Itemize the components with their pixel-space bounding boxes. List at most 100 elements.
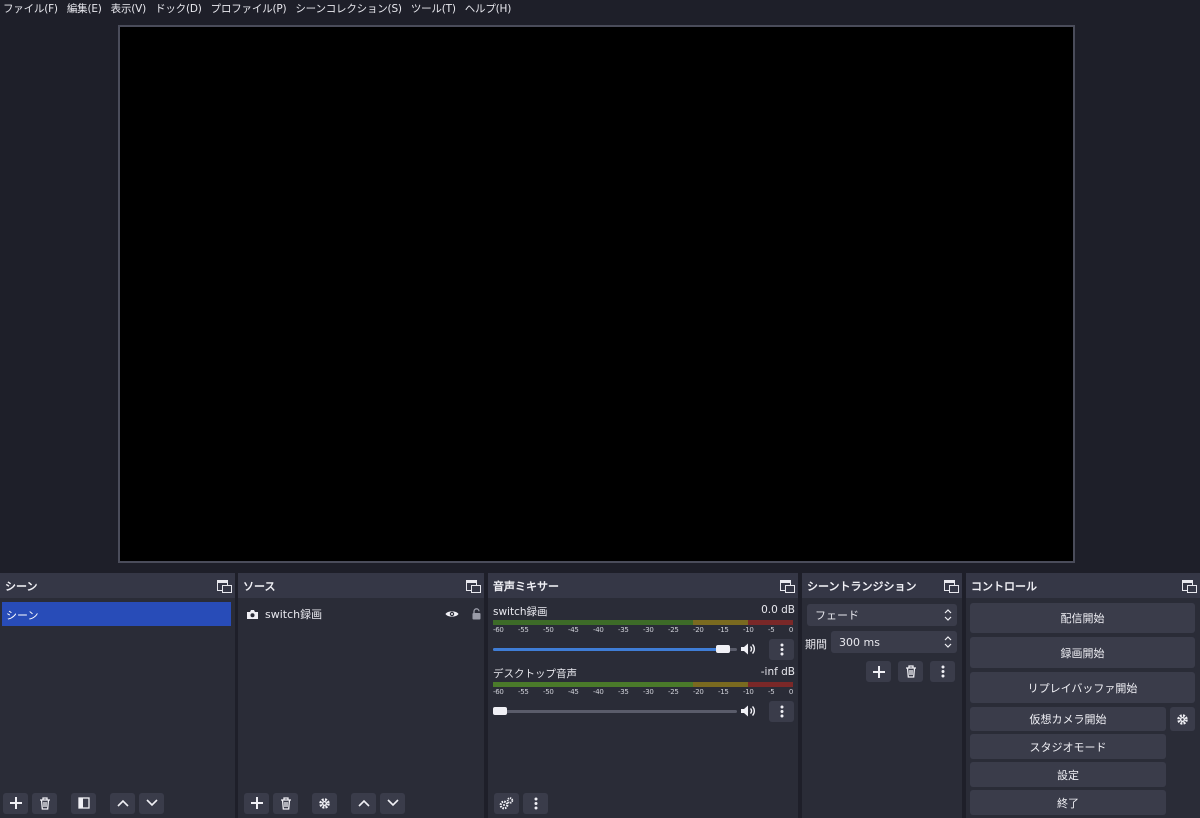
meter-tick: -55 — [518, 626, 529, 634]
volume-slider[interactable] — [493, 704, 737, 718]
menu-file[interactable]: ファイル(F) — [0, 1, 64, 16]
duration-label: 期間 — [805, 638, 827, 651]
trash-icon — [905, 665, 916, 678]
remove-scene-button[interactable] — [32, 792, 57, 814]
volume-meter — [493, 620, 793, 625]
meter-tick: -10 — [743, 626, 754, 634]
virtual-camera-settings-button[interactable] — [1170, 707, 1195, 731]
volume-slider-handle[interactable] — [493, 707, 507, 715]
gear-icon — [1177, 713, 1188, 725]
kebab-icon — [780, 705, 783, 717]
kebab-icon — [534, 797, 537, 809]
transition-menu-button[interactable] — [930, 661, 955, 682]
sources-list: switch録画 — [238, 598, 484, 818]
mixer-channel: switch録画 0.0 dB -60 -55 -50 -45 -40 -35 … — [493, 604, 795, 660]
meter-tick: -55 — [518, 688, 529, 696]
scene-list-item[interactable]: シーン — [2, 602, 231, 626]
undock-icon[interactable] — [780, 579, 795, 593]
undock-icon[interactable] — [944, 579, 959, 593]
trash-icon — [39, 796, 50, 810]
add-source-button[interactable] — [244, 792, 269, 814]
scenes-dock-title: シーン — [5, 579, 38, 593]
menu-edit[interactable]: 編集(E) — [64, 1, 108, 16]
settings-button[interactable]: 設定 — [970, 762, 1166, 787]
transition-type-select[interactable]: フェード — [807, 604, 957, 626]
source-properties-button[interactable] — [312, 792, 337, 814]
remove-transition-button[interactable] — [898, 661, 923, 682]
menu-help[interactable]: ヘルプ(H) — [462, 1, 517, 16]
undock-icon[interactable] — [217, 579, 232, 593]
speaker-icon[interactable] — [740, 642, 758, 656]
move-scene-up-button[interactable] — [110, 792, 135, 814]
transition-toolbar — [866, 661, 955, 682]
meter-tick: -60 — [493, 626, 504, 634]
channel-menu-button[interactable] — [769, 700, 794, 722]
lock-icon[interactable] — [471, 608, 482, 620]
volume-meter — [493, 682, 793, 687]
meter-tick: -25 — [668, 626, 679, 634]
channel-level: 0.0 dB — [761, 604, 795, 616]
undock-icon[interactable] — [1182, 579, 1197, 593]
audio-mixer-dock-title: 音声ミキサー — [493, 579, 559, 593]
add-scene-button[interactable] — [3, 792, 28, 814]
audio-mixer-dock-header: 音声ミキサー — [488, 573, 798, 598]
meter-ticks: -60 -55 -50 -45 -40 -35 -30 -25 -20 -15 … — [493, 688, 793, 696]
transition-type-value: フェード — [815, 609, 859, 622]
gear-icon — [319, 797, 330, 809]
meter-tick: -10 — [743, 688, 754, 696]
preview-canvas[interactable] — [118, 25, 1075, 563]
scene-filters-button[interactable] — [71, 792, 96, 814]
updown-arrows-icon[interactable] — [943, 634, 953, 650]
scenes-dock: シーン シーン — [0, 573, 235, 818]
speaker-icon[interactable] — [740, 704, 758, 718]
source-list-item[interactable]: switch録画 — [246, 604, 482, 624]
source-name: switch録画 — [265, 608, 323, 621]
menu-profile[interactable]: プロファイル(P) — [208, 1, 293, 16]
meter-tick: -15 — [718, 626, 729, 634]
move-source-down-button[interactable] — [380, 792, 405, 814]
meter-tick: -50 — [543, 626, 554, 634]
start-streaming-button[interactable]: 配信開始 — [970, 603, 1195, 633]
controls-dock-header: コントロール — [966, 573, 1200, 598]
filter-icon — [77, 797, 90, 809]
studio-mode-button[interactable]: スタジオモード — [970, 734, 1166, 759]
add-transition-button[interactable] — [866, 661, 891, 682]
eye-icon[interactable] — [445, 609, 459, 619]
menu-tools[interactable]: ツール(T) — [408, 1, 462, 16]
meter-tick: -30 — [643, 688, 654, 696]
plus-icon — [9, 797, 22, 809]
sources-dock-title: ソース — [243, 579, 276, 593]
mixer-menu-button[interactable] — [523, 792, 548, 814]
undock-icon[interactable] — [466, 579, 481, 593]
start-virtual-camera-button[interactable]: 仮想カメラ開始 — [970, 707, 1166, 731]
start-recording-button[interactable]: 録画開始 — [970, 637, 1195, 668]
sources-dock-header: ソース — [238, 573, 484, 598]
trash-icon — [280, 796, 291, 810]
start-replay-buffer-button[interactable]: リプレイバッファ開始 — [970, 672, 1195, 703]
duration-spinbox[interactable]: 300 ms — [831, 631, 957, 653]
move-source-up-button[interactable] — [351, 792, 376, 814]
move-scene-down-button[interactable] — [139, 792, 164, 814]
menu-scene-collection[interactable]: シーンコレクション(S) — [292, 1, 407, 16]
plus-icon — [872, 665, 885, 678]
volume-slider[interactable] — [493, 642, 737, 656]
kebab-icon — [941, 665, 944, 678]
meter-tick: 0 — [788, 626, 793, 634]
scene-transition-dock-title: シーントランジション — [807, 579, 917, 593]
advanced-audio-button[interactable] — [494, 792, 519, 814]
meter-tick: -5 — [768, 688, 775, 696]
sources-dock: ソース switch録画 — [238, 573, 484, 818]
menu-view[interactable]: 表示(V) — [108, 1, 152, 16]
channel-menu-button[interactable] — [769, 638, 794, 660]
meter-tick: -30 — [643, 626, 654, 634]
channel-name: switch録画 — [493, 606, 548, 618]
menu-dock[interactable]: ドック(D) — [152, 1, 208, 16]
scene-transition-dock: シーントランジション フェード 期間 300 ms — [802, 573, 962, 818]
plus-icon — [250, 797, 263, 809]
exit-button[interactable]: 終了 — [970, 790, 1166, 815]
remove-source-button[interactable] — [273, 792, 298, 814]
meter-tick: -15 — [718, 688, 729, 696]
meter-tick: -5 — [768, 626, 775, 634]
scenes-toolbar — [0, 788, 235, 818]
volume-slider-handle[interactable] — [716, 645, 731, 653]
